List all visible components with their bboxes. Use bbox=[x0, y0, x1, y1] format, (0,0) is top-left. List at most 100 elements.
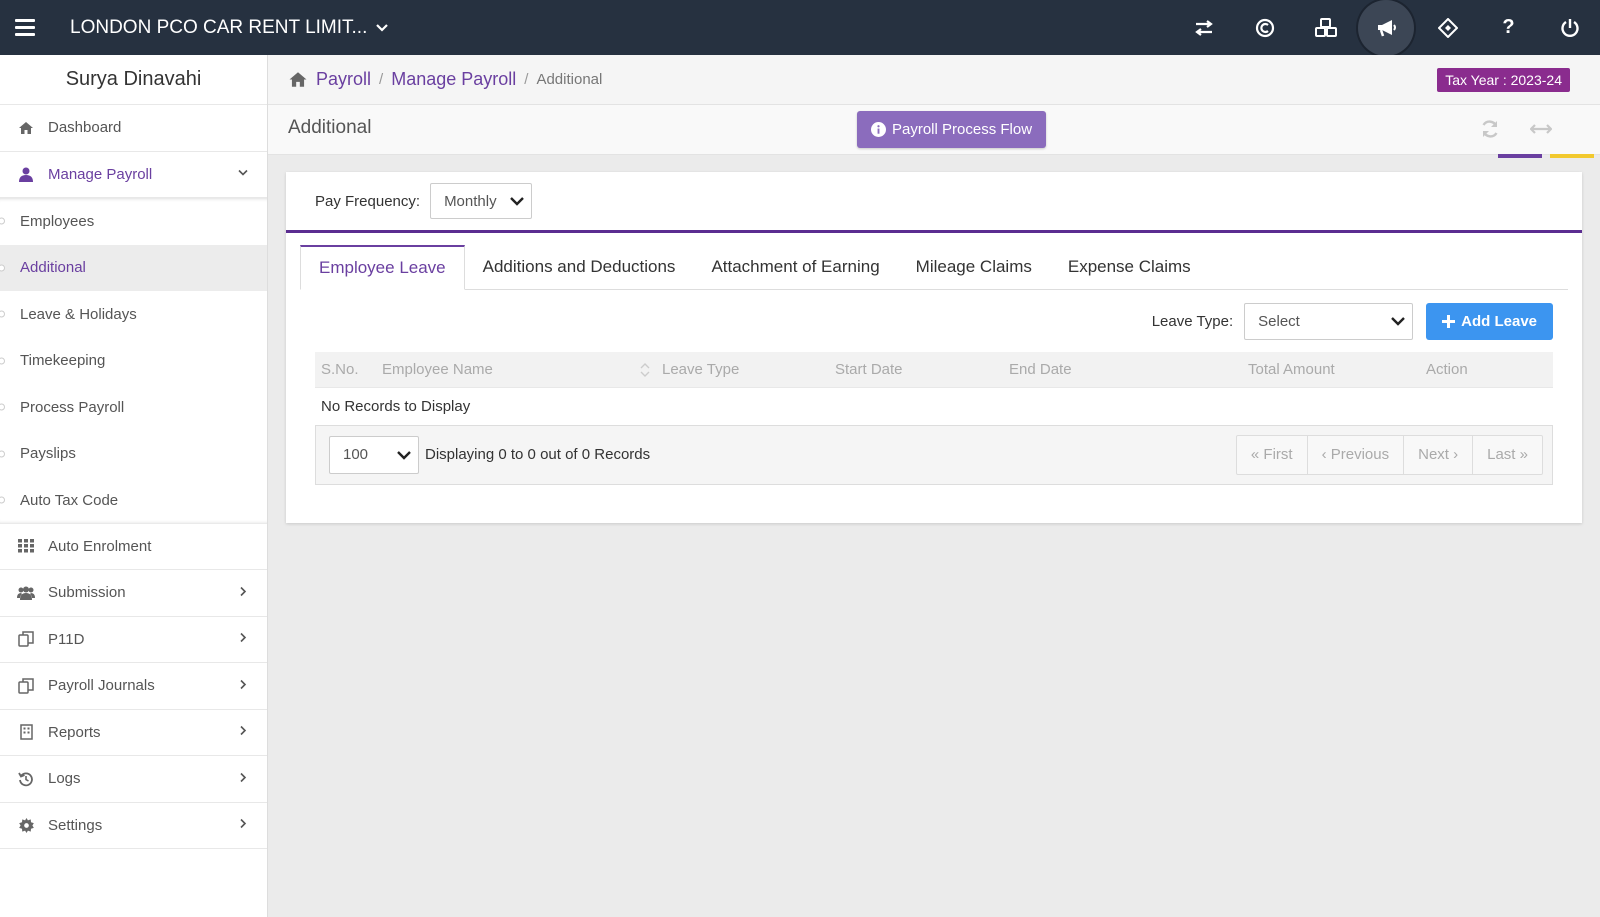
copy-icon bbox=[0, 678, 48, 694]
tab-bar: Employee Leave Additions and Deductions … bbox=[300, 245, 1568, 290]
sidebar-subitem-payslips[interactable]: Payslips bbox=[0, 431, 267, 478]
sidebar-item-label: Dashboard bbox=[48, 119, 122, 137]
arrows-horizontal-icon[interactable] bbox=[1529, 119, 1553, 144]
plus-icon bbox=[1442, 314, 1456, 328]
last-page-button[interactable]: Last » bbox=[1473, 436, 1542, 474]
copyright-icon[interactable] bbox=[1234, 0, 1295, 55]
top-navbar: LONDON PCO CAR RENT LIMIT... ? bbox=[0, 0, 1600, 56]
column-leave-type[interactable]: Leave Type bbox=[656, 352, 829, 387]
tab-content: Leave Type: Select Add Leave S.No. Emplo… bbox=[300, 290, 1568, 485]
records-summary: Displaying 0 to 0 out of 0 Records bbox=[425, 446, 651, 463]
tab-attachment-of-earning[interactable]: Attachment of Earning bbox=[693, 244, 897, 289]
sidebar-item-settings[interactable]: Settings bbox=[0, 803, 267, 849]
transfer-icon[interactable] bbox=[1173, 0, 1234, 55]
page-size-value: 100 bbox=[343, 446, 369, 463]
column-action: Action bbox=[1426, 360, 1468, 378]
sidebar-item-label: Manage Payroll bbox=[48, 165, 153, 183]
sidebar-subitem-employees[interactable]: Employees bbox=[0, 198, 267, 245]
sidebar-subitem-auto-tax-code[interactable]: Auto Tax Code bbox=[0, 477, 267, 524]
question-icon[interactable]: ? bbox=[1478, 0, 1539, 55]
column-employee-name[interactable]: Employee Name bbox=[376, 352, 656, 387]
tab-employee-leave[interactable]: Employee Leave bbox=[300, 245, 465, 290]
sidebar-item-submission[interactable]: Submission bbox=[0, 570, 267, 617]
sidebar-item-p11d[interactable]: P11D bbox=[0, 617, 267, 663]
pay-frequency-value: Monthly bbox=[444, 192, 497, 210]
pagination-row: 100 Displaying 0 to 0 out of 0 Records «… bbox=[315, 424, 1553, 485]
sidebar-item-manage-payroll[interactable]: Manage Payroll bbox=[0, 152, 267, 198]
header-accent-yellow bbox=[1550, 154, 1594, 158]
leave-type-select[interactable]: Select bbox=[1244, 302, 1414, 340]
tab-additions-deductions[interactable]: Additions and Deductions bbox=[465, 244, 694, 289]
pay-frequency-row: Pay Frequency: Monthly bbox=[286, 172, 1582, 233]
gear-icon bbox=[0, 817, 48, 833]
home-icon bbox=[0, 121, 48, 135]
column-start-date[interactable]: Start Date bbox=[829, 352, 1003, 387]
sidebar-item-label: Settings bbox=[48, 816, 103, 834]
breadcrumb: Payroll / Manage Payroll / Additional bbox=[288, 69, 602, 90]
column-sno[interactable]: S.No. bbox=[315, 352, 376, 387]
chevron-down-icon bbox=[237, 167, 249, 182]
column-end-date[interactable]: End Date bbox=[1003, 352, 1242, 387]
users-icon bbox=[0, 586, 48, 600]
pagination-controls: « First ‹ Previous Next › Last » bbox=[1235, 434, 1543, 475]
payroll-process-flow-button[interactable]: Payroll Process Flow bbox=[857, 111, 1047, 148]
sidebar-item-label: Submission bbox=[48, 584, 126, 602]
sidebar-subitem-additional[interactable]: Additional bbox=[0, 244, 267, 291]
column-employee-name-label: Employee Name bbox=[382, 360, 493, 378]
chevron-right-icon bbox=[237, 725, 249, 740]
ticket-icon[interactable] bbox=[1417, 0, 1478, 55]
page-size-select[interactable]: 100 bbox=[329, 435, 419, 474]
previous-page-button[interactable]: ‹ Previous bbox=[1308, 435, 1405, 474]
user-name: Surya Dinavahi bbox=[0, 55, 267, 105]
sidebar-item-payroll-journals[interactable]: Payroll Journals bbox=[0, 663, 267, 710]
building-icon bbox=[0, 724, 48, 740]
column-total-amount[interactable]: Total Amount bbox=[1242, 352, 1420, 387]
tax-year-badge: Tax Year : 2023-24 bbox=[1437, 68, 1570, 92]
power-icon[interactable] bbox=[1539, 0, 1600, 55]
sidebar-item-dashboard[interactable]: Dashboard bbox=[0, 105, 267, 152]
chevron-down-icon bbox=[376, 23, 389, 32]
add-leave-label: Add Leave bbox=[1461, 312, 1537, 330]
history-icon bbox=[0, 771, 48, 787]
leave-type-value: Select bbox=[1258, 312, 1300, 330]
sidebar-subitem-leave-holidays[interactable]: Leave & Holidays bbox=[0, 291, 267, 338]
sidebar-subitem-process-payroll[interactable]: Process Payroll bbox=[0, 384, 267, 431]
chevron-right-icon bbox=[237, 585, 249, 600]
info-icon bbox=[871, 122, 886, 137]
company-name: LONDON PCO CAR RENT LIMIT... bbox=[70, 16, 368, 38]
main-card: Pay Frequency: Monthly Employee Leave Ad… bbox=[286, 172, 1582, 523]
chevron-right-icon bbox=[237, 678, 249, 693]
sidebar-item-reports[interactable]: Reports bbox=[0, 710, 267, 756]
cubes-icon[interactable] bbox=[1295, 0, 1356, 55]
chevron-down-icon bbox=[397, 450, 411, 460]
refresh-icon[interactable] bbox=[1480, 119, 1500, 144]
grid-icon bbox=[0, 539, 48, 553]
chevron-right-icon bbox=[237, 818, 249, 833]
hamburger-menu-icon[interactable] bbox=[0, 0, 50, 55]
leave-table: S.No. Employee Name Leave Type Start Dat… bbox=[315, 352, 1553, 425]
sidebar-subitem-timekeeping[interactable]: Timekeeping bbox=[0, 338, 267, 385]
bullhorn-icon[interactable] bbox=[1356, 0, 1417, 56]
breadcrumb-manage-payroll-link[interactable]: Manage Payroll bbox=[391, 69, 516, 90]
chevron-right-icon bbox=[237, 632, 249, 647]
first-page-button[interactable]: « First bbox=[1237, 435, 1308, 474]
tab-mileage-claims[interactable]: Mileage Claims bbox=[898, 244, 1050, 289]
add-leave-button[interactable]: Add Leave bbox=[1426, 302, 1553, 340]
home-icon[interactable] bbox=[288, 71, 308, 88]
sidebar-item-label: Reports bbox=[48, 723, 101, 741]
page-title: Additional bbox=[288, 117, 372, 138]
sidebar: Surya Dinavahi Dashboard Manage Payroll … bbox=[0, 55, 268, 917]
company-selector[interactable]: LONDON PCO CAR RENT LIMIT... bbox=[70, 17, 389, 39]
chevron-down-icon bbox=[1391, 317, 1405, 326]
sidebar-item-auto-enrolment[interactable]: Auto Enrolment bbox=[0, 524, 267, 570]
breadcrumb-current: Additional bbox=[536, 71, 603, 88]
page-header: Additional Payroll Process Flow bbox=[268, 105, 1600, 158]
sort-icon bbox=[640, 362, 650, 377]
sidebar-item-logs[interactable]: Logs bbox=[0, 756, 267, 803]
no-records-text: No Records to Display bbox=[315, 386, 1553, 425]
breadcrumb-separator: / bbox=[524, 71, 529, 88]
next-page-button[interactable]: Next › bbox=[1404, 435, 1474, 474]
pay-frequency-select[interactable]: Monthly bbox=[430, 183, 533, 219]
breadcrumb-payroll-link[interactable]: Payroll bbox=[316, 69, 371, 90]
tab-expense-claims[interactable]: Expense Claims bbox=[1050, 244, 1209, 289]
